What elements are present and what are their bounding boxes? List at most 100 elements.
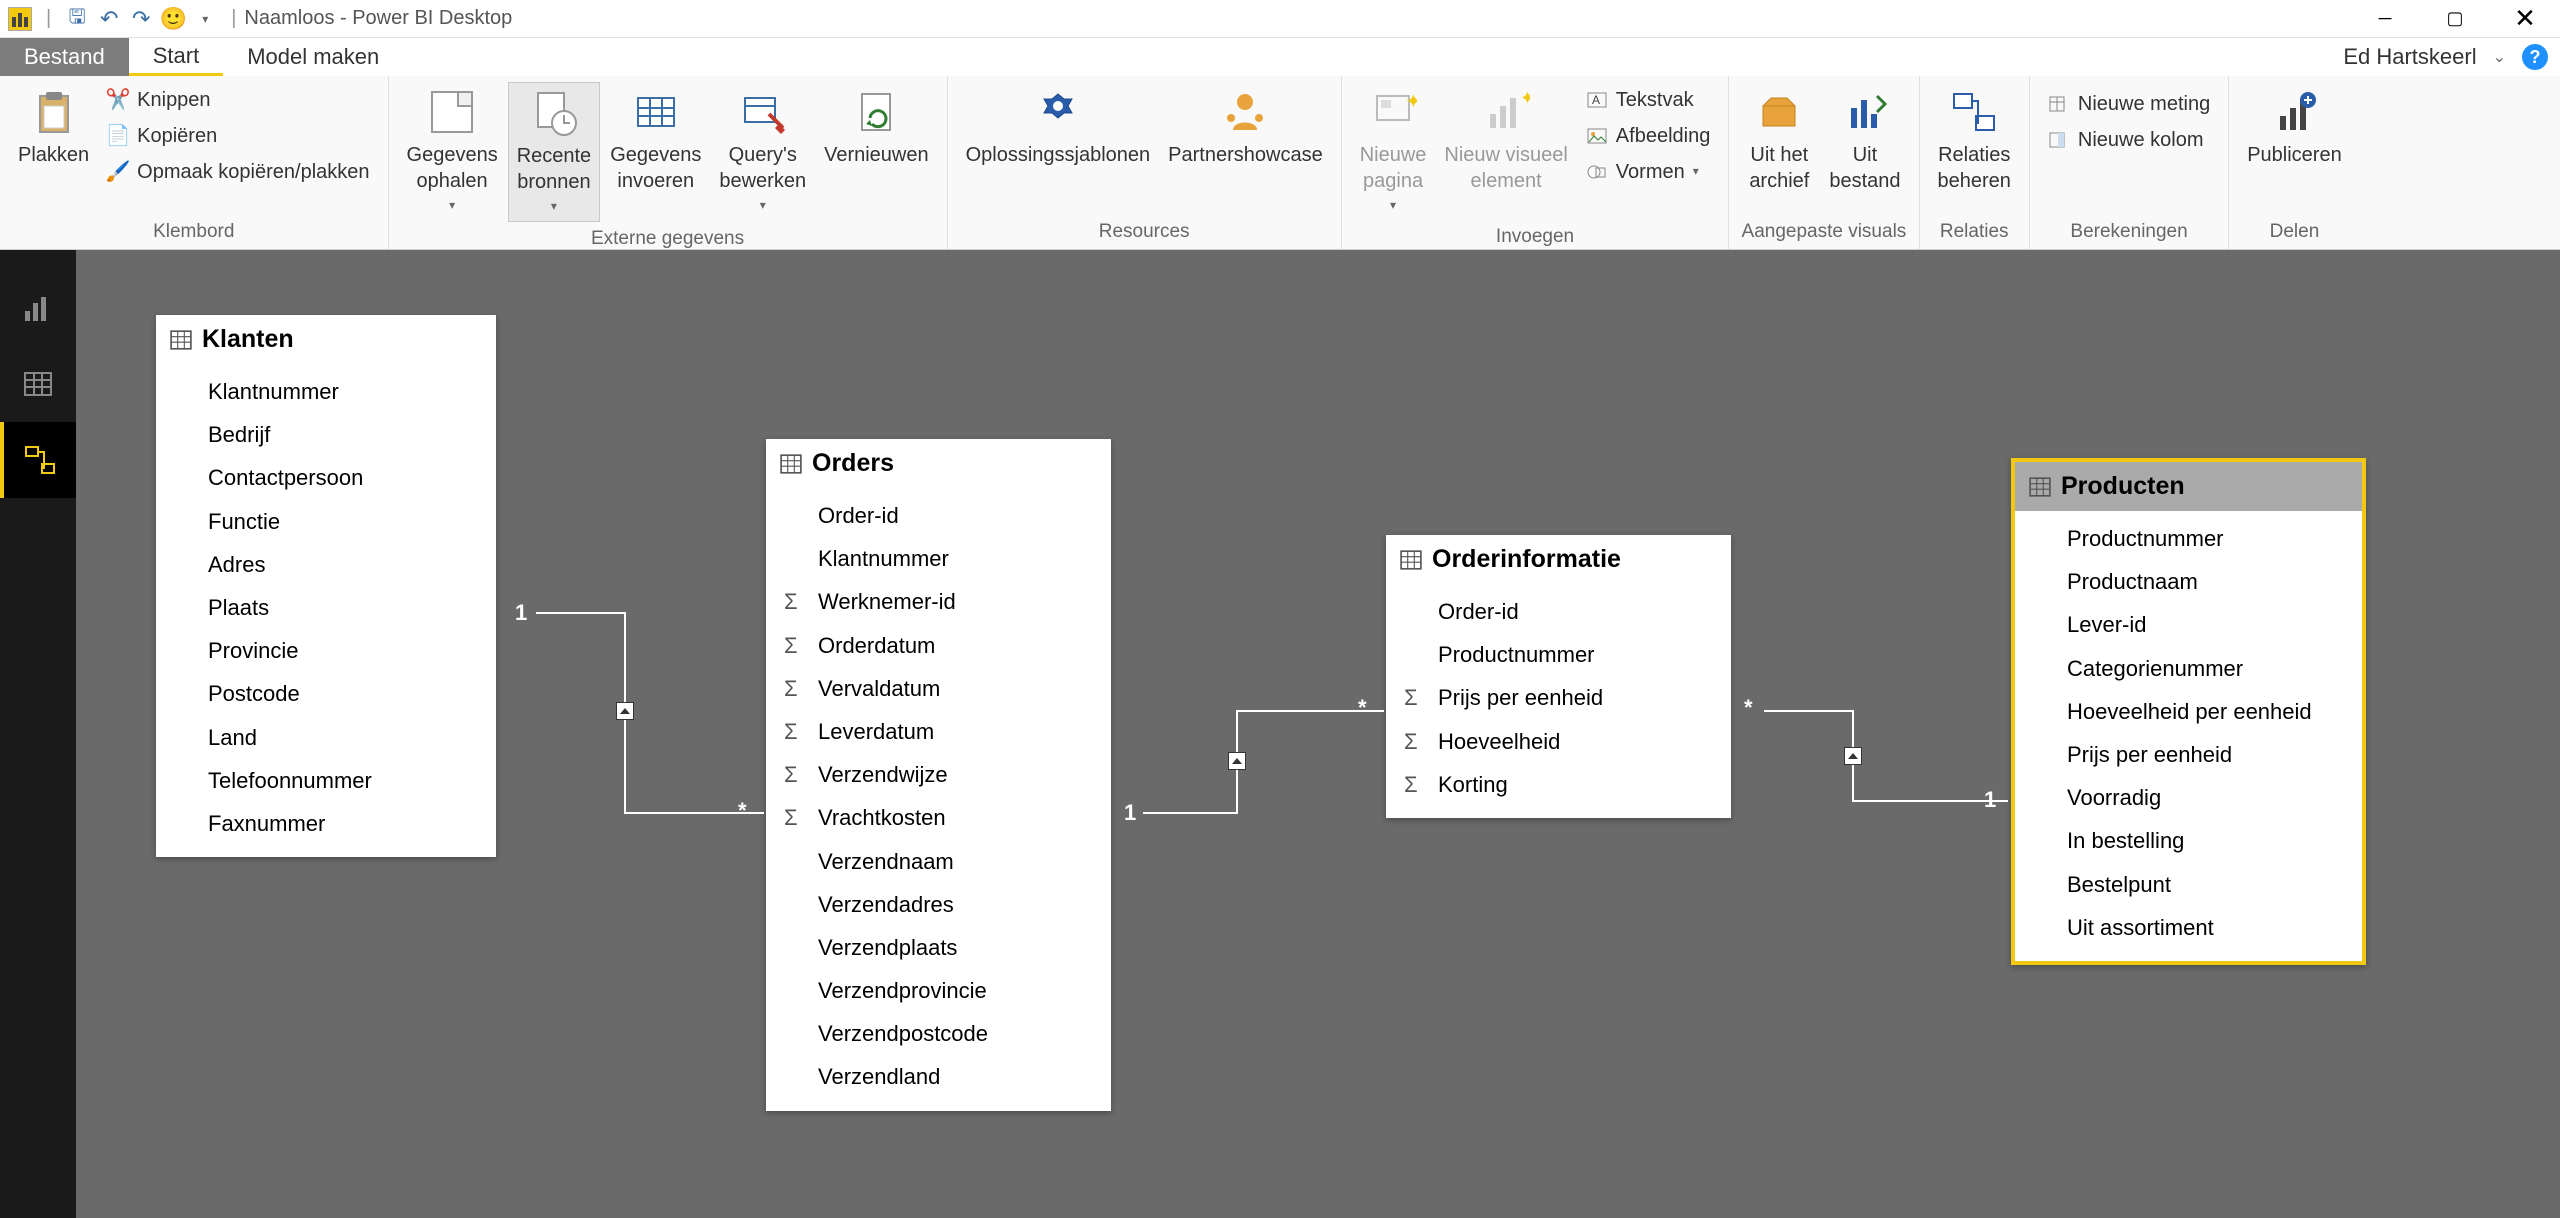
field-row[interactable]: Verzendadres (766, 883, 1111, 926)
field-row[interactable]: Verzendnaam (766, 840, 1111, 883)
relationship-line[interactable] (536, 612, 626, 614)
from-file-button[interactable]: Uit bestand (1821, 82, 1908, 200)
field-row[interactable]: Telefoonnummer (156, 759, 496, 802)
field-label: Leverdatum (818, 714, 934, 749)
tab-file[interactable]: Bestand (0, 38, 129, 76)
solution-templates-button[interactable]: Oplossingssjablonen (958, 82, 1159, 174)
relationship-filter-node[interactable] (616, 702, 634, 720)
field-row[interactable]: Land (156, 716, 496, 759)
field-row[interactable]: In bestelling (2015, 819, 2362, 862)
table-title: Orderinformatie (1432, 545, 1621, 574)
field-row[interactable]: ΣHoeveelheid (1386, 720, 1731, 763)
ribbon-group-resources: Oplossingssjablonen Partnershowcase Reso… (948, 76, 1342, 249)
field-label: Vrachtkosten (818, 800, 946, 835)
field-row[interactable]: Klantnummer (156, 370, 496, 413)
field-row[interactable]: ΣOrderdatum (766, 624, 1111, 667)
field-row[interactable]: Productnummer (1386, 633, 1731, 676)
group-label-custom-visuals: Aangepaste visuals (1739, 215, 1908, 249)
relationship-filter-node[interactable] (1228, 752, 1246, 770)
data-view-button[interactable] (0, 346, 76, 422)
field-row[interactable]: Postcode (156, 672, 496, 715)
field-row[interactable]: Plaats (156, 586, 496, 629)
field-row[interactable]: ΣKorting (1386, 763, 1731, 806)
model-canvas[interactable]: Klanten KlantnummerBedrijfContactpersoon… (76, 250, 2560, 1218)
field-row[interactable]: Order-id (1386, 590, 1731, 633)
relationship-line[interactable] (1764, 710, 1854, 712)
feedback-icon[interactable]: 🙂 (159, 5, 187, 33)
partner-showcase-button[interactable]: Partnershowcase (1160, 82, 1331, 174)
get-data-icon (428, 88, 476, 136)
field-row[interactable]: Verzendland (766, 1055, 1111, 1098)
new-page-button[interactable]: ✦ Nieuwe pagina▾ (1352, 82, 1435, 220)
cut-button[interactable]: ✂️Knippen (99, 82, 377, 118)
relationship-line[interactable] (1143, 812, 1238, 814)
copy-button[interactable]: 📄Kopiëren (99, 118, 377, 154)
model-view-button[interactable] (0, 422, 76, 498)
recent-sources-button[interactable]: Recente bronnen▾ (508, 82, 601, 222)
paste-button[interactable]: Plakken (10, 82, 97, 174)
tab-model[interactable]: Model maken (223, 38, 403, 76)
table-orderinformatie[interactable]: Orderinformatie Order-idProductnummerΣPr… (1386, 535, 1731, 818)
field-row[interactable]: Verzendpostcode (766, 1012, 1111, 1055)
field-row[interactable]: ΣLeverdatum (766, 710, 1111, 753)
field-row[interactable]: Bedrijf (156, 413, 496, 456)
edit-queries-button[interactable]: Query's bewerken▾ (711, 82, 814, 220)
field-row[interactable]: Categorienummer (2015, 647, 2362, 690)
field-row[interactable]: Provincie (156, 629, 496, 672)
field-row[interactable]: Uit assortiment (2015, 906, 2362, 949)
tab-home[interactable]: Start (129, 38, 223, 76)
shapes-button[interactable]: Vormen ▾ (1578, 154, 1719, 190)
shapes-icon (1586, 161, 1608, 183)
table-klanten[interactable]: Klanten KlantnummerBedrijfContactpersoon… (156, 315, 496, 857)
from-archive-button[interactable]: Uit het archief (1739, 82, 1819, 200)
field-row[interactable]: Lever-id (2015, 603, 2362, 646)
qat-dropdown[interactable]: ▾ (191, 5, 219, 33)
field-row[interactable]: Faxnummer (156, 802, 496, 845)
get-data-button[interactable]: Gegevens ophalen▾ (399, 82, 506, 220)
close-button[interactable]: ✕ (2490, 0, 2560, 38)
field-row[interactable]: Adres (156, 543, 496, 586)
field-row[interactable]: Verzendplaats (766, 926, 1111, 969)
textbox-button[interactable]: ATekstvak (1578, 82, 1719, 118)
from-archive-icon (1755, 88, 1803, 136)
field-row[interactable]: ΣVrachtkosten (766, 796, 1111, 839)
field-row[interactable]: Klantnummer (766, 537, 1111, 580)
field-row[interactable]: Productnummer (2015, 517, 2362, 560)
field-row[interactable]: ΣVervaldatum (766, 667, 1111, 710)
help-icon[interactable]: ? (2522, 44, 2548, 70)
report-view-button[interactable] (0, 270, 76, 346)
signed-in-user[interactable]: Ed Hartskeerl (2343, 44, 2476, 70)
publish-button[interactable]: Publiceren (2239, 82, 2350, 174)
new-visual-button[interactable]: ✦ Nieuw visueel element (1436, 82, 1575, 200)
field-row[interactable]: ΣPrijs per eenheid (1386, 676, 1731, 719)
field-row[interactable]: Functie (156, 500, 496, 543)
table-orders[interactable]: Orders Order-idKlantnummerΣWerknemer-idΣ… (766, 439, 1111, 1111)
field-row[interactable]: Voorradig (2015, 776, 2362, 819)
field-row[interactable]: ΣWerknemer-id (766, 580, 1111, 623)
paste-icon (30, 88, 78, 136)
new-measure-button[interactable]: Nieuwe meting (2040, 86, 2218, 122)
field-row[interactable]: Contactpersoon (156, 456, 496, 499)
field-row[interactable]: Productnaam (2015, 560, 2362, 603)
undo-icon[interactable]: ↶ (95, 5, 123, 33)
field-row[interactable]: Verzendprovincie (766, 969, 1111, 1012)
format-painter-button[interactable]: 🖌️Opmaak kopiëren/plakken (99, 154, 377, 190)
new-column-button[interactable]: Nieuwe kolom (2040, 122, 2218, 158)
field-row[interactable]: Order-id (766, 494, 1111, 537)
table-producten[interactable]: Producten ProductnummerProductnaamLever-… (2011, 458, 2366, 965)
manage-relations-button[interactable]: Relaties beheren (1930, 82, 2019, 200)
field-row[interactable]: ΣVerzendwijze (766, 753, 1111, 796)
image-button[interactable]: Afbeelding (1578, 118, 1719, 154)
enter-data-button[interactable]: Gegevens invoeren (602, 82, 709, 200)
refresh-button[interactable]: Vernieuwen (816, 82, 937, 174)
user-dropdown-icon[interactable]: ⌄ (2493, 47, 2506, 67)
field-row[interactable]: Bestelpunt (2015, 863, 2362, 906)
save-icon[interactable]: 🖫 (63, 5, 91, 33)
field-row[interactable]: Prijs per eenheid (2015, 733, 2362, 776)
new-visual-icon: ✦ (1482, 88, 1530, 136)
relationship-filter-node[interactable] (1844, 747, 1862, 765)
field-row[interactable]: Hoeveelheid per eenheid (2015, 690, 2362, 733)
maximize-button[interactable]: ▢ (2420, 0, 2490, 38)
minimize-button[interactable]: ─ (2350, 0, 2420, 38)
redo-icon[interactable]: ↷ (127, 5, 155, 33)
